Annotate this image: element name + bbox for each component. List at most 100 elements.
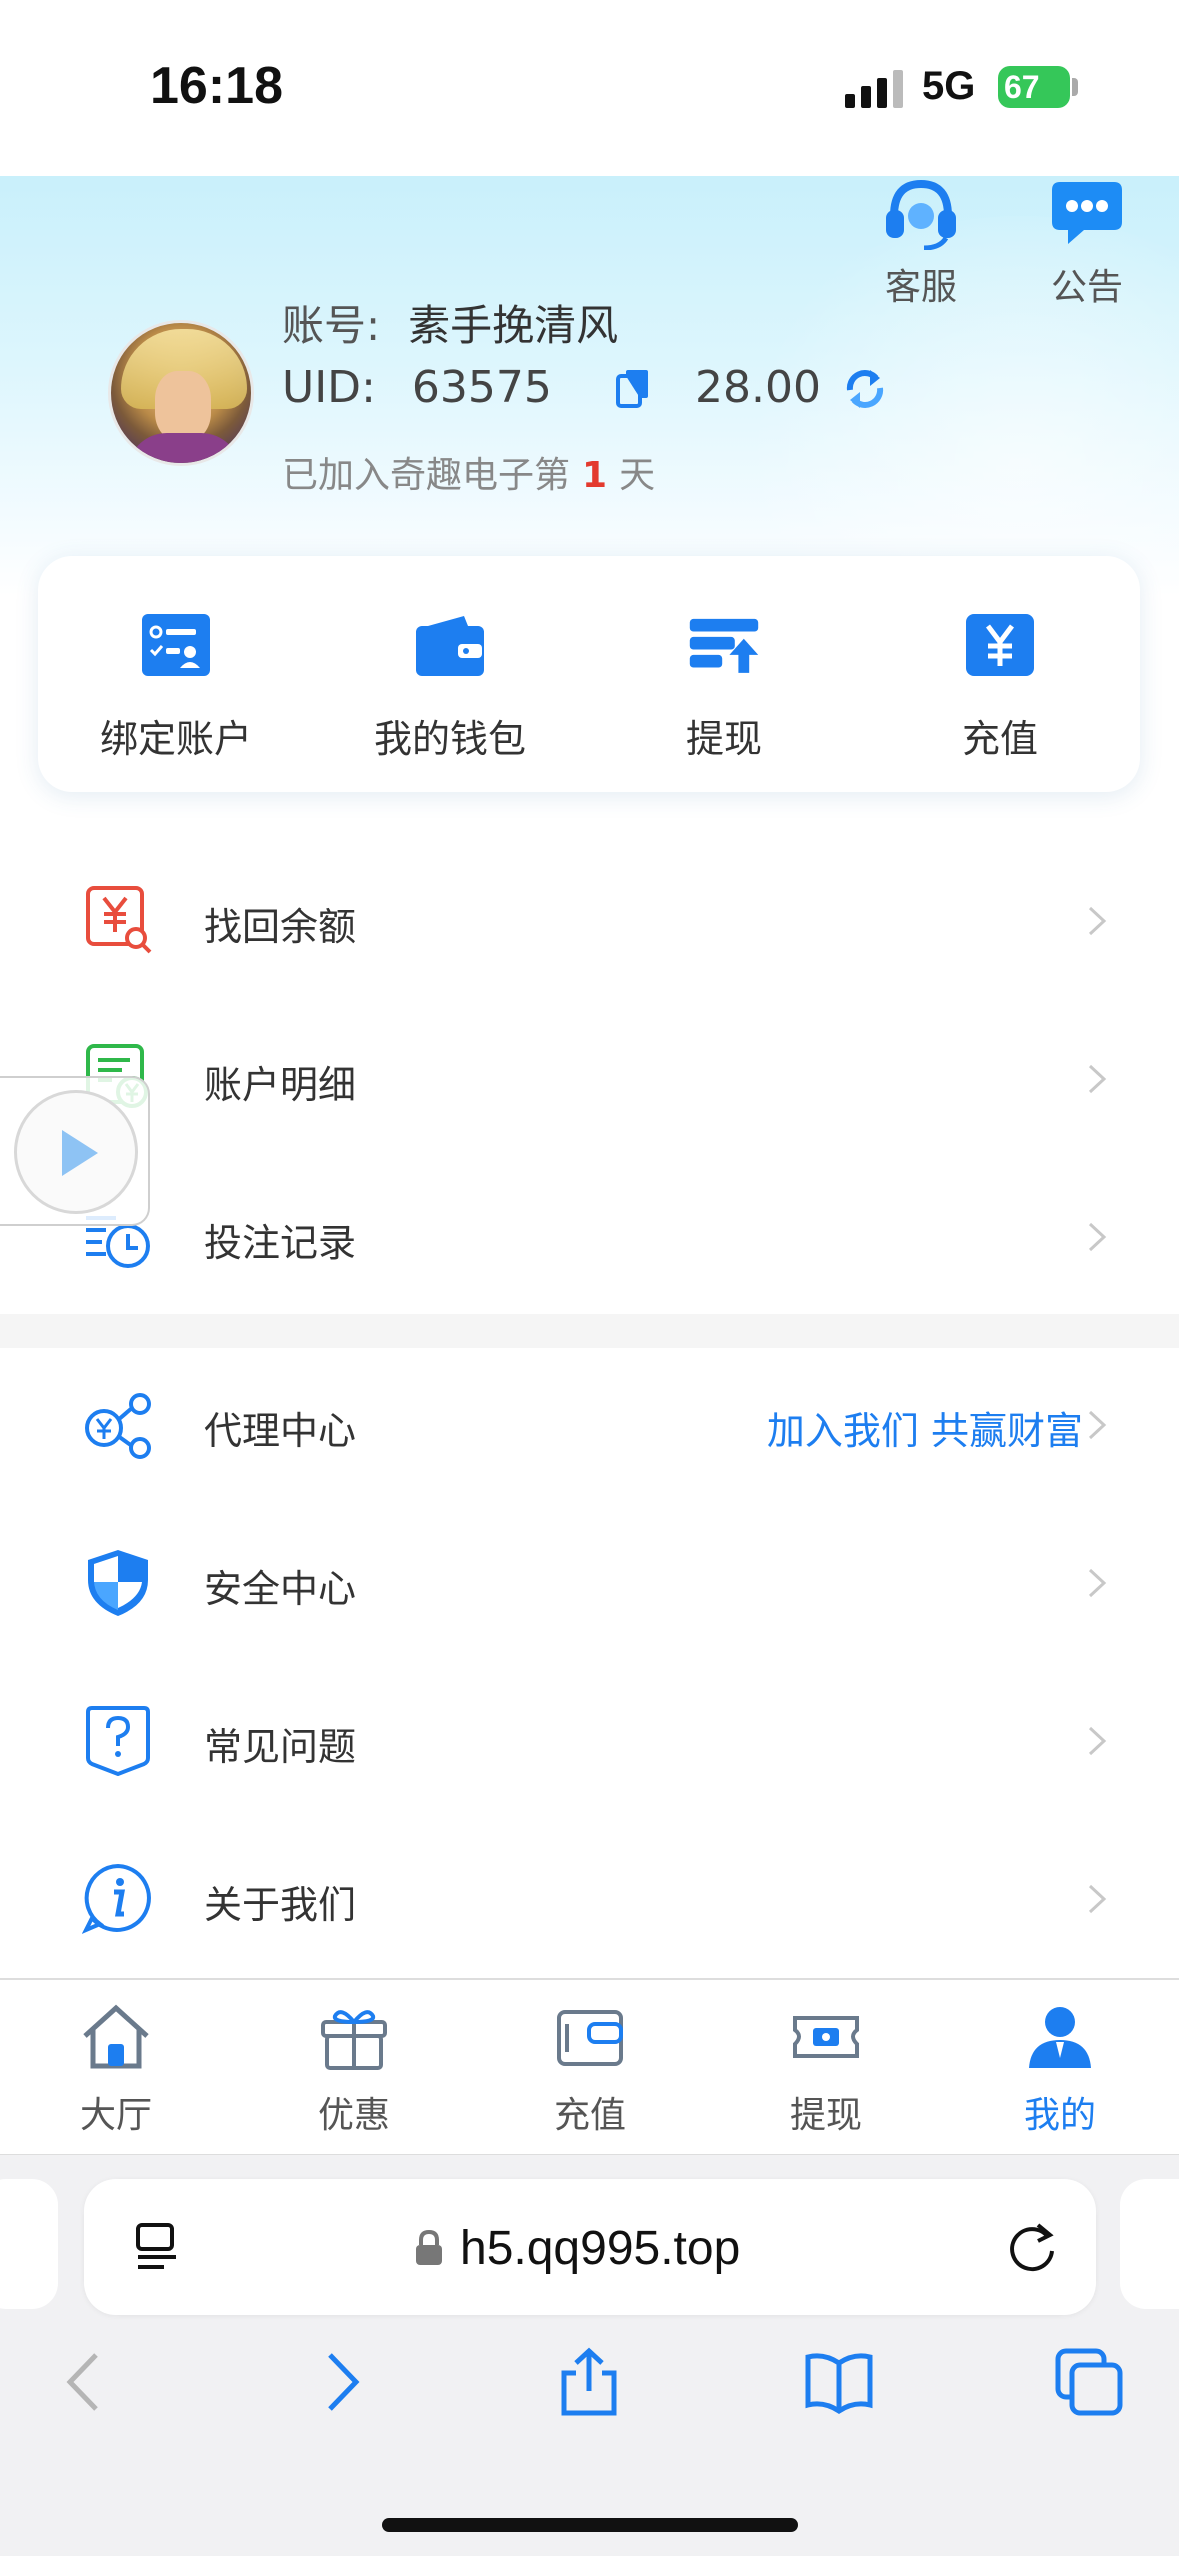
- home-indicator: [382, 2518, 798, 2532]
- signal-icon: [845, 70, 903, 108]
- joined-prefix: 已加入奇趣电子第: [282, 455, 571, 496]
- menu-item-about-us[interactable]: 关于我们: [0, 1820, 1179, 1978]
- announcement-label: 公告: [1050, 267, 1123, 308]
- uid-label: UID:: [282, 362, 376, 413]
- quick-action-wallet[interactable]: 我的钱包: [350, 612, 550, 763]
- uid-row: UID: 63575: [282, 362, 552, 413]
- user-icon: [1029, 2007, 1091, 2068]
- quick-action-recharge[interactable]: 充值: [900, 612, 1100, 763]
- avatar[interactable]: [108, 320, 254, 466]
- battery-tip: [1072, 78, 1078, 96]
- tab-label: 大厅: [79, 2095, 152, 2136]
- chevron-right-icon: [1088, 1568, 1107, 1598]
- avatar-face: [155, 371, 211, 441]
- chevron-right-icon: [1088, 1222, 1107, 1252]
- joined-suffix: 天: [619, 455, 656, 496]
- floating-play-button[interactable]: [0, 1076, 150, 1226]
- forward-icon[interactable]: [306, 2347, 376, 2417]
- chevron-right-icon: [1088, 1726, 1107, 1756]
- menu-item-faq[interactable]: 常见问题: [0, 1662, 1179, 1820]
- bottom-tab-bar: 大厅 优惠 充值 提现 我的: [0, 1978, 1179, 2154]
- gift-icon: [321, 2010, 387, 2070]
- info-icon: [82, 1863, 151, 1934]
- address-bar[interactable]: h5.qq995.top: [84, 2179, 1096, 2315]
- back-icon[interactable]: [52, 2347, 122, 2417]
- chat-bubble-icon: [1052, 182, 1122, 244]
- chevron-right-icon: [1088, 906, 1107, 936]
- tab-label: 充值: [553, 2095, 626, 2136]
- network-type: 5G: [922, 64, 976, 108]
- browser-chrome: h5.qq995.top: [0, 2154, 1179, 2556]
- menu-item-label: 投注记录: [204, 1221, 357, 1265]
- shield-icon: [88, 1550, 148, 1616]
- tab-recharge[interactable]: 充值: [520, 2002, 660, 2138]
- page-menu-icon[interactable]: [134, 2221, 180, 2273]
- chevron-right-icon: [1088, 1064, 1107, 1094]
- wallet-icon: [416, 616, 484, 676]
- tab-mine[interactable]: 我的: [990, 2002, 1130, 2138]
- battery-indicator: 67: [998, 66, 1070, 108]
- tab-label: 优惠: [317, 2095, 390, 2136]
- agent-promo-text[interactable]: 加入我们 共赢财富: [767, 1400, 1083, 1455]
- tab-label: 我的: [1023, 2095, 1096, 2136]
- status-time: 16:18: [150, 57, 283, 115]
- quick-action-label: 充值: [961, 717, 1038, 761]
- quick-action-withdraw[interactable]: 提现: [624, 612, 824, 763]
- menu-item-bet-records[interactable]: 投注记录: [0, 1158, 1179, 1316]
- faq-icon: [86, 1706, 150, 1776]
- next-tab-preview[interactable]: [1120, 2179, 1179, 2309]
- share-icon[interactable]: [554, 2347, 624, 2417]
- chevron-right-icon: [1088, 1410, 1107, 1440]
- menu-item-account-details[interactable]: 账户明细: [0, 1000, 1179, 1158]
- profile-header: 客服 公告 账号: 素手挽清风 UID: 63575 28.00 已加入奇趣电子第…: [0, 176, 1179, 596]
- tab-label: 提现: [789, 2095, 862, 2136]
- menu-item-label: 关于我们: [204, 1883, 357, 1927]
- menu-item-label: 代理中心: [204, 1409, 357, 1453]
- tabs-icon[interactable]: [1054, 2347, 1124, 2417]
- menu-item-agent-center[interactable]: 代理中心 加入我们 共赢财富: [0, 1346, 1179, 1504]
- play-icon: [62, 1130, 98, 1176]
- recover-balance-icon: [86, 886, 152, 954]
- refresh-icon[interactable]: [842, 366, 888, 412]
- withdraw-icon: [689, 618, 759, 673]
- customer-service-label: 客服: [884, 267, 957, 308]
- menu-item-security-center[interactable]: 安全中心: [0, 1504, 1179, 1662]
- cash-icon: [793, 2016, 859, 2058]
- account-row: 账号: 素手挽清风: [282, 292, 618, 353]
- menu-item-label: 找回余额: [204, 905, 357, 949]
- tab-withdraw[interactable]: 提现: [756, 2002, 896, 2138]
- bind-account-icon: [142, 614, 210, 676]
- previous-tab-preview[interactable]: [0, 2179, 58, 2309]
- menu-item-label: 账户明细: [204, 1063, 357, 1107]
- section-divider: [0, 1314, 1179, 1348]
- joined-days-count: 1: [582, 455, 608, 496]
- wallet-card-icon: [557, 2010, 623, 2066]
- battery-level: 67: [1004, 69, 1040, 105]
- home-icon: [83, 2004, 149, 2069]
- chevron-right-icon: [1088, 1884, 1107, 1914]
- menu-item-label: 安全中心: [204, 1567, 357, 1611]
- reload-icon[interactable]: [1004, 2219, 1060, 2275]
- tab-promotions[interactable]: 优惠: [284, 2002, 424, 2138]
- announcement-button[interactable]: 公告: [1032, 176, 1142, 310]
- headset-icon: [886, 179, 956, 251]
- quick-action-label: 提现: [685, 717, 762, 761]
- recharge-icon: [966, 614, 1034, 676]
- tab-lobby[interactable]: 大厅: [46, 2002, 186, 2138]
- bookmarks-icon[interactable]: [804, 2347, 874, 2417]
- quick-actions-card: 绑定账户 我的钱包 提现 充值: [38, 556, 1140, 792]
- copy-icon[interactable]: [616, 368, 652, 408]
- balance-value: 28.00: [695, 362, 821, 413]
- url-text: h5.qq995.top: [460, 2222, 741, 2275]
- account-label: 账号:: [282, 301, 381, 350]
- quick-action-bind-account[interactable]: 绑定账户: [76, 612, 276, 763]
- quick-action-label: 我的钱包: [373, 717, 526, 761]
- agent-center-icon: [85, 1393, 151, 1459]
- menu-item-recover-balance[interactable]: 找回余额: [0, 842, 1179, 1000]
- customer-service-button[interactable]: 客服: [866, 176, 976, 310]
- account-value: 素手挽清风: [408, 301, 619, 350]
- joined-days-text: 已加入奇趣电子第 1 天: [282, 446, 655, 498]
- quick-action-label: 绑定账户: [99, 717, 252, 761]
- lock-icon: [416, 2229, 442, 2265]
- uid-value: 63575: [411, 362, 552, 413]
